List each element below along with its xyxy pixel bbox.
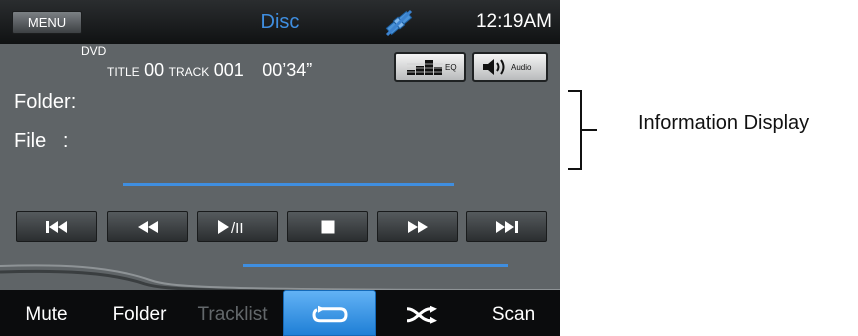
eq-bars-icon bbox=[407, 58, 443, 81]
tracklist-button[interactable]: Tracklist bbox=[186, 290, 279, 336]
mute-button[interactable]: Mute bbox=[0, 290, 93, 336]
scan-button[interactable]: Scan bbox=[467, 290, 560, 336]
play-pause-label: /II bbox=[231, 220, 244, 235]
title-label: TITLE bbox=[107, 65, 140, 79]
eq-label: EQ bbox=[445, 63, 457, 72]
rewind-button[interactable] bbox=[107, 211, 188, 242]
head-unit-screen: MENU Disc 12:19AM DVD TITLE 00 TRACK 001… bbox=[0, 0, 560, 336]
clock: 12:19AM bbox=[475, 11, 552, 32]
disc-type: DVD bbox=[81, 44, 107, 58]
rewind-icon bbox=[137, 220, 158, 233]
callout-bracket bbox=[568, 90, 597, 170]
callout-label: Information Display bbox=[638, 112, 810, 134]
eq-button[interactable]: EQ bbox=[394, 52, 466, 82]
file-label: File : bbox=[14, 130, 69, 152]
folder-button[interactable]: Folder bbox=[93, 290, 186, 336]
fast-forward-icon bbox=[407, 220, 428, 233]
track-info: TITLE 00 TRACK 001 00’34” bbox=[107, 60, 312, 81]
title-number: 00 bbox=[144, 60, 165, 80]
info-divider-line bbox=[123, 183, 454, 186]
source-title: Disc bbox=[260, 11, 300, 33]
satellite-icon bbox=[383, 7, 415, 39]
stop-icon bbox=[321, 220, 334, 233]
stop-button[interactable] bbox=[287, 211, 368, 242]
bottom-menu-bar: Mute Folder Tracklist Scan bbox=[0, 290, 560, 336]
status-bar: MENU Disc 12:19AM bbox=[0, 0, 560, 44]
track-number: 001 bbox=[213, 60, 244, 80]
playback-progress-line bbox=[243, 264, 508, 267]
skip-next-icon bbox=[495, 220, 518, 233]
repeat-button[interactable] bbox=[283, 290, 376, 336]
track-label: TRACK bbox=[168, 65, 210, 79]
play-pause-icon: /II bbox=[217, 219, 244, 235]
skip-next-button[interactable] bbox=[466, 211, 547, 242]
elapsed-time: 00’34” bbox=[262, 60, 313, 80]
audio-button[interactable]: Audio bbox=[472, 52, 548, 82]
shuffle-button[interactable] bbox=[375, 290, 468, 336]
repeat-icon bbox=[311, 305, 348, 323]
menu-button[interactable]: MENU bbox=[12, 11, 82, 34]
audio-label: Audio bbox=[511, 63, 532, 72]
speaker-icon bbox=[483, 59, 509, 80]
skip-previous-icon bbox=[45, 220, 67, 233]
fast-forward-button[interactable] bbox=[377, 211, 458, 242]
decorative-wave bbox=[0, 264, 560, 292]
shuffle-icon bbox=[406, 305, 437, 324]
skip-previous-button[interactable] bbox=[16, 211, 97, 242]
folder-label: Folder: bbox=[14, 91, 77, 113]
play-pause-button[interactable]: /II bbox=[197, 211, 278, 242]
